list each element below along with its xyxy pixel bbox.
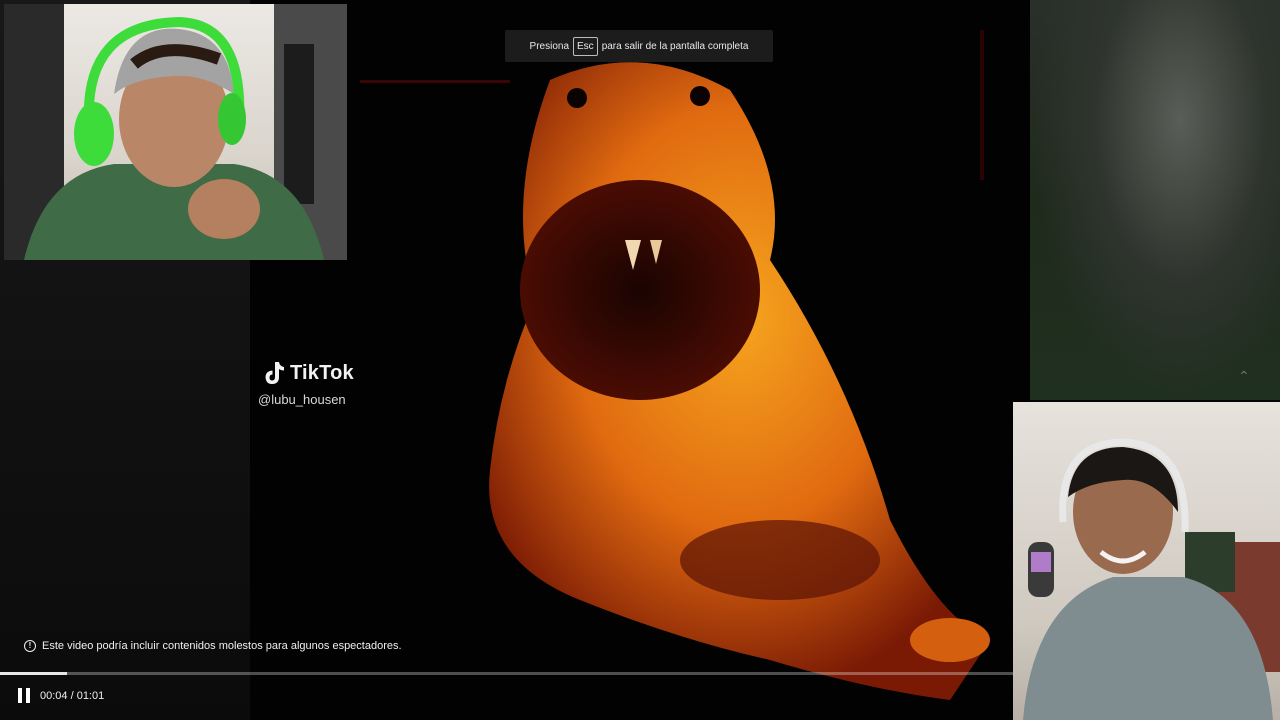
right-blurred-backdrop — [1030, 0, 1280, 400]
tiktok-logo-icon — [265, 362, 284, 384]
content-warning: ! Este video podría incluir contenidos m… — [24, 640, 402, 652]
progress-bar[interactable] — [0, 672, 1013, 675]
time-readout: 00:04 / 01:01 — [40, 689, 105, 702]
streamer-webcam-top — [4, 4, 347, 260]
esc-key-badge: Esc — [573, 36, 598, 56]
info-icon: ! — [24, 640, 36, 652]
player-controls: 00:04 / 01:01 — [18, 688, 104, 703]
streamer-webcam-bottom — [1013, 402, 1280, 720]
toast-suffix: para salir de la pantalla completa — [601, 40, 749, 52]
toast-prefix: Presiona — [529, 40, 570, 52]
fullscreen-exit-toast: Presiona Esc para salir de la pantalla c… — [505, 30, 773, 62]
chevron-up-icon: ⌃ — [1238, 368, 1250, 384]
pause-icon[interactable] — [18, 688, 30, 703]
tiktok-handle: @lubu_housen — [258, 392, 346, 407]
tiktok-watermark: TikTok @lubu_housen — [258, 360, 382, 408]
warning-text: Este video podría incluir contenidos mol… — [42, 640, 402, 652]
tiktok-brand: TikTok — [290, 361, 354, 384]
progress-fill — [0, 672, 67, 675]
